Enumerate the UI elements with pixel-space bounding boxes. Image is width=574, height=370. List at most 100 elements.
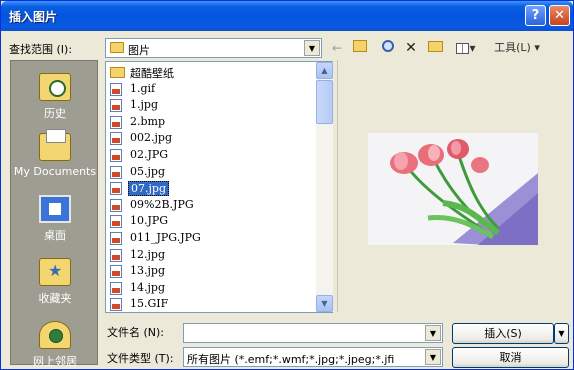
- preview-image: [368, 133, 538, 245]
- favorites-icon: [39, 258, 71, 286]
- my-documents-icon: [39, 129, 71, 161]
- file-name: 15.GIF: [130, 297, 169, 311]
- filename-label: 文件名 (N):: [107, 326, 165, 339]
- file-row[interactable]: 14.jpg: [108, 280, 312, 296]
- place-label: 收藏夹: [38, 292, 72, 305]
- file-row[interactable]: 07.jpg: [108, 180, 312, 197]
- tulip-bouquet-image: [368, 133, 538, 245]
- file-name: 2.bmp: [130, 114, 166, 128]
- folder-icon: [110, 67, 125, 78]
- image-file-icon: [110, 115, 122, 129]
- filename-dropdown-icon[interactable]: ▼: [425, 325, 441, 341]
- image-file-icon: [110, 281, 122, 295]
- image-file-icon: [110, 182, 122, 196]
- views-icon: [456, 43, 470, 54]
- filetype-value: 所有图片 (*.emf;*.wmf;*.jpg;*.jpeg;*.jfi: [187, 353, 395, 366]
- up-one-level-icon: [353, 40, 367, 52]
- back-button[interactable]: ←: [329, 39, 345, 57]
- image-file-icon: [110, 265, 122, 279]
- file-name: 09%2B.JPG: [130, 197, 194, 211]
- folder-icon: [110, 42, 124, 53]
- network-places-icon: [39, 321, 71, 349]
- place-history[interactable]: 历史: [11, 67, 99, 129]
- file-name: 1.gif: [130, 81, 156, 95]
- file-name: 02.JPG: [130, 148, 169, 161]
- lookin-dropdown[interactable]: 图片 ▼: [105, 38, 322, 58]
- file-row[interactable]: 2.bmp: [108, 114, 312, 130]
- help-button[interactable]: ?: [525, 5, 546, 26]
- file-name: 07.jpg: [128, 181, 169, 197]
- delete-button[interactable]: ✕: [403, 39, 419, 57]
- history-icon: [39, 73, 71, 101]
- image-file-icon: [110, 149, 122, 162]
- image-file-icon: [110, 215, 122, 229]
- place-label: 网上邻居: [33, 355, 77, 368]
- new-folder-button[interactable]: [425, 39, 445, 57]
- file-name: 13.jpg: [130, 264, 165, 278]
- filetype-dropdown-icon[interactable]: ▼: [425, 349, 441, 365]
- file-row[interactable]: 10.JPG: [108, 213, 312, 229]
- file-row[interactable]: 1.jpg: [108, 97, 312, 113]
- views-button[interactable]: ▾: [451, 39, 481, 57]
- image-file-icon: [110, 248, 122, 262]
- desktop-icon: [39, 195, 71, 223]
- insert-picture-dialog: 插入图片 ? ✕ 查找范围 (I): 图片 ▼ ← ✕ ▾ 工具(L) ▾ 历史…: [0, 0, 574, 370]
- image-file-icon: [110, 132, 122, 146]
- file-name: 超酷壁纸: [130, 67, 174, 80]
- filetype-label: 文件类型 (T):: [107, 352, 174, 365]
- cancel-button[interactable]: 取消: [452, 347, 569, 368]
- image-file-icon: [110, 165, 122, 179]
- insert-options-button[interactable]: ▼: [554, 323, 569, 344]
- file-list[interactable]: 超酷壁纸 1.gif 1.jpg 2.bmp 002.jpg 02.JPG 05.jpg 07…: [105, 61, 333, 313]
- file-row[interactable]: 002.jpg: [108, 130, 312, 146]
- file-name: 10.JPG: [130, 214, 169, 228]
- views-chevron-icon: ▾: [469, 41, 476, 55]
- search-web-icon: [382, 40, 394, 52]
- delete-icon: ✕: [405, 40, 417, 56]
- back-icon: ←: [331, 41, 343, 55]
- up-one-level-button[interactable]: [351, 39, 369, 57]
- place-label: 历史: [44, 107, 66, 120]
- folder-row[interactable]: 超酷壁纸: [108, 64, 312, 80]
- window-title: 插入图片: [9, 10, 58, 24]
- vertical-scrollbar[interactable]: ▲ ▼: [316, 62, 333, 312]
- file-row[interactable]: 011_JPG.JPG: [108, 230, 312, 246]
- close-button[interactable]: ✕: [549, 5, 570, 26]
- filename-field[interactable]: ▼: [183, 323, 443, 343]
- insert-button[interactable]: 插入(S): [452, 323, 554, 344]
- place-label: 桌面: [44, 229, 66, 242]
- image-file-icon: [110, 298, 122, 312]
- image-file-icon: [110, 99, 122, 113]
- place-desktop[interactable]: 桌面: [11, 189, 99, 251]
- new-folder-icon: [427, 41, 443, 52]
- file-row[interactable]: 13.jpg: [108, 263, 312, 279]
- file-row[interactable]: 12.jpg: [108, 247, 312, 263]
- file-name: 12.jpg: [130, 247, 165, 261]
- file-row[interactable]: 05.jpg: [108, 164, 312, 180]
- file-name: 011_JPG.JPG: [130, 231, 201, 244]
- image-file-icon: [110, 198, 122, 212]
- lookin-label: 查找范围 (I):: [9, 43, 73, 56]
- scroll-down-button[interactable]: ▼: [316, 295, 333, 312]
- scroll-thumb[interactable]: [316, 80, 333, 124]
- search-web-button[interactable]: [379, 39, 397, 57]
- file-name: 002.jpg: [130, 131, 172, 145]
- file-row[interactable]: 09%2B.JPG: [108, 197, 312, 213]
- place-favorites[interactable]: 收藏夹: [11, 252, 99, 314]
- image-file-icon: [110, 82, 122, 96]
- image-file-icon: [110, 232, 122, 245]
- place-label: My Documents: [13, 165, 97, 178]
- tools-menu[interactable]: 工具(L) ▾: [487, 39, 547, 57]
- scroll-up-button[interactable]: ▲: [316, 62, 333, 79]
- file-row[interactable]: 1.gif: [108, 81, 312, 97]
- filetype-dropdown[interactable]: 所有图片 (*.emf;*.wmf;*.jpg;*.jpeg;*.jfi ▼: [183, 347, 443, 367]
- lookin-value: 图片: [128, 44, 150, 57]
- place-my-documents[interactable]: My Documents: [11, 127, 99, 189]
- preview-pane: [337, 60, 568, 312]
- place-network[interactable]: 网上邻居: [11, 315, 99, 370]
- places-bar: 历史 My Documents 桌面 收藏夹 网上邻居: [10, 60, 99, 368]
- file-row[interactable]: 15.GIF: [108, 296, 312, 312]
- title-bar[interactable]: 插入图片 ? ✕: [1, 1, 573, 31]
- file-row[interactable]: 02.JPG: [108, 147, 312, 163]
- chevron-down-icon[interactable]: ▼: [304, 40, 320, 56]
